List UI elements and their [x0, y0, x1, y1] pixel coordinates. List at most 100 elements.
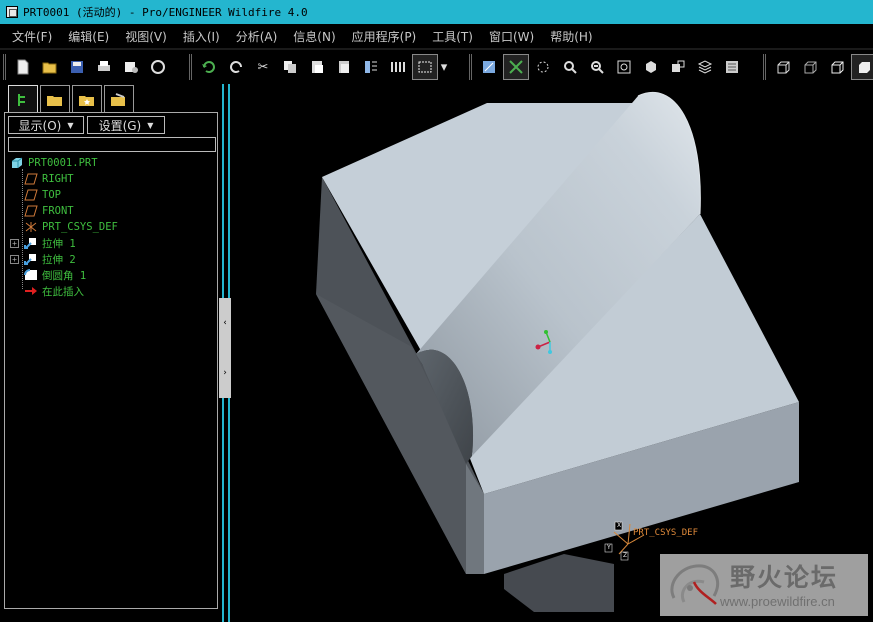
display-style-toolbar-group	[760, 52, 873, 82]
model-tree-filter-input[interactable]	[8, 137, 216, 152]
panel-splitter[interactable]: ‹ ›	[219, 84, 233, 622]
graphics-window[interactable]: PRT_CSYS_DEF X Y Z	[234, 84, 873, 622]
orient-mode-icon[interactable]	[530, 54, 556, 80]
csys-label: PRT_CSYS_DEF	[633, 528, 699, 538]
collapse-left-icon[interactable]: ‹	[219, 298, 231, 348]
title-bar: PRT0001 (活动的) - Pro/ENGINEER Wildfire 4.…	[0, 0, 873, 24]
window-title: PRT0001 (活动的) - Pro/ENGINEER Wildfire 4.…	[23, 6, 308, 19]
open-folder-icon[interactable]	[37, 54, 63, 80]
copy-icon[interactable]	[277, 54, 303, 80]
menu-info[interactable]: 信息(N)	[285, 28, 343, 45]
model-tree: PRT0001.PRT RIGHT TOP FRONT PRT_CSYS_DEF…	[10, 155, 215, 299]
show-dropdown-label: 显示(O)	[18, 118, 62, 133]
tree-node-round-1[interactable]: 倒圆角 1	[10, 267, 215, 283]
datum-plane-icon	[24, 205, 38, 217]
tree-node-extrude-1[interactable]: + 拉伸 1	[10, 235, 215, 251]
spin-center-icon[interactable]	[503, 54, 529, 80]
regenerate-icon[interactable]	[358, 54, 384, 80]
zoom-out-icon[interactable]	[584, 54, 610, 80]
menu-file[interactable]: 文件(F)	[4, 28, 60, 45]
tree-node-extrude-2[interactable]: + 拉伸 2	[10, 251, 215, 267]
menu-tools[interactable]: 工具(T)	[424, 28, 481, 45]
new-file-icon[interactable]	[10, 54, 36, 80]
cut-icon[interactable]: ✂	[250, 54, 276, 80]
extrude-icon	[24, 254, 36, 265]
send-mail-icon[interactable]	[118, 54, 144, 80]
send-link-icon[interactable]	[145, 54, 171, 80]
view-toolbar-group	[466, 52, 746, 82]
favorites-icon	[79, 95, 94, 106]
zoom-in-icon[interactable]	[557, 54, 583, 80]
paste-special-icon[interactable]	[331, 54, 357, 80]
tree-node-label: 在此插入	[42, 285, 84, 298]
menu-applications[interactable]: 应用程序(P)	[344, 28, 425, 45]
tree-node-part[interactable]: PRT0001.PRT	[10, 155, 215, 171]
paste-icon[interactable]	[304, 54, 330, 80]
part-icon	[12, 157, 23, 168]
print-icon[interactable]	[91, 54, 117, 80]
watermark-url: www.proewildfire.cn	[720, 594, 835, 609]
file-toolbar-group	[0, 52, 172, 82]
regen-manager-icon[interactable]	[385, 54, 411, 80]
undo-icon[interactable]	[196, 54, 222, 80]
settings-dropdown-label: 设置(G)	[98, 118, 142, 133]
tab-favorites[interactable]	[72, 85, 102, 113]
menu-view[interactable]: 视图(V)	[117, 28, 175, 45]
extrude-icon	[24, 238, 36, 249]
tree-node-insert-here[interactable]: 在此插入	[10, 283, 215, 299]
saved-views-icon[interactable]	[665, 54, 691, 80]
tab-folder-browser[interactable]	[40, 85, 70, 113]
tree-node-top-plane[interactable]: TOP	[10, 187, 215, 203]
shading-icon[interactable]	[851, 54, 873, 80]
tree-node-csys[interactable]: PRT_CSYS_DEF	[10, 219, 215, 235]
expand-right-icon[interactable]: ›	[219, 348, 231, 398]
save-icon[interactable]	[64, 54, 90, 80]
wireframe-icon[interactable]	[770, 54, 796, 80]
csys-axis-z-label: Z	[623, 552, 628, 559]
tab-connections[interactable]	[104, 85, 134, 113]
app-icon	[6, 6, 18, 18]
no-hidden-icon[interactable]	[824, 54, 850, 80]
show-dropdown[interactable]: 显示(O) ▼	[8, 116, 84, 134]
expand-icon[interactable]: +	[10, 254, 19, 264]
selection-box-icon[interactable]	[412, 54, 438, 80]
menu-insert[interactable]: 插入(I)	[175, 28, 228, 45]
settings-dropdown[interactable]: 设置(G) ▼	[87, 116, 165, 134]
round-icon	[24, 269, 37, 280]
menu-edit[interactable]: 编辑(E)	[60, 28, 117, 45]
chevron-down-icon: ▼	[67, 120, 74, 130]
tree-node-label: TOP	[42, 189, 61, 201]
insert-here-arrow-icon	[25, 287, 37, 295]
tree-node-front-plane[interactable]: FRONT	[10, 203, 215, 219]
menu-help[interactable]: 帮助(H)	[542, 28, 600, 45]
reorient-icon[interactable]	[638, 54, 664, 80]
tree-node-label: 拉伸 2	[42, 253, 76, 266]
tree-node-label: 拉伸 1	[42, 237, 76, 250]
view-manager-icon[interactable]	[719, 54, 745, 80]
forum-logo-icon	[670, 564, 719, 605]
toolbar-grip[interactable]	[189, 54, 192, 80]
layers-icon[interactable]	[692, 54, 718, 80]
expand-icon[interactable]: +	[10, 238, 19, 248]
hidden-line-icon[interactable]	[797, 54, 823, 80]
navigator-tabs	[8, 85, 136, 113]
chevron-down-icon[interactable]: ▾	[439, 54, 449, 80]
watermark-title: 野火论坛	[730, 563, 839, 592]
datum-plane-icon	[24, 173, 38, 185]
datum-plane-icon	[24, 189, 38, 201]
tab-model-tree[interactable]	[8, 85, 38, 113]
tree-node-right-plane[interactable]: RIGHT	[10, 171, 215, 187]
toolbar-grip[interactable]	[469, 54, 472, 80]
csys-icon	[25, 222, 37, 232]
repaint-icon[interactable]	[476, 54, 502, 80]
menu-window[interactable]: 窗口(W)	[481, 28, 542, 45]
toolbar-grip[interactable]	[763, 54, 766, 80]
menu-analysis[interactable]: 分析(A)	[228, 28, 286, 45]
refit-icon[interactable]	[611, 54, 637, 80]
tree-node-label: PRT0001.PRT	[28, 157, 98, 169]
main-toolbar: ✂ ▾	[0, 50, 873, 84]
menu-bar: 文件(F) 编辑(E) 视图(V) 插入(I) 分析(A) 信息(N) 应用程序…	[0, 24, 873, 48]
toolbar-grip[interactable]	[3, 54, 6, 80]
tree-node-label: RIGHT	[42, 173, 74, 185]
redo-icon[interactable]	[223, 54, 249, 80]
